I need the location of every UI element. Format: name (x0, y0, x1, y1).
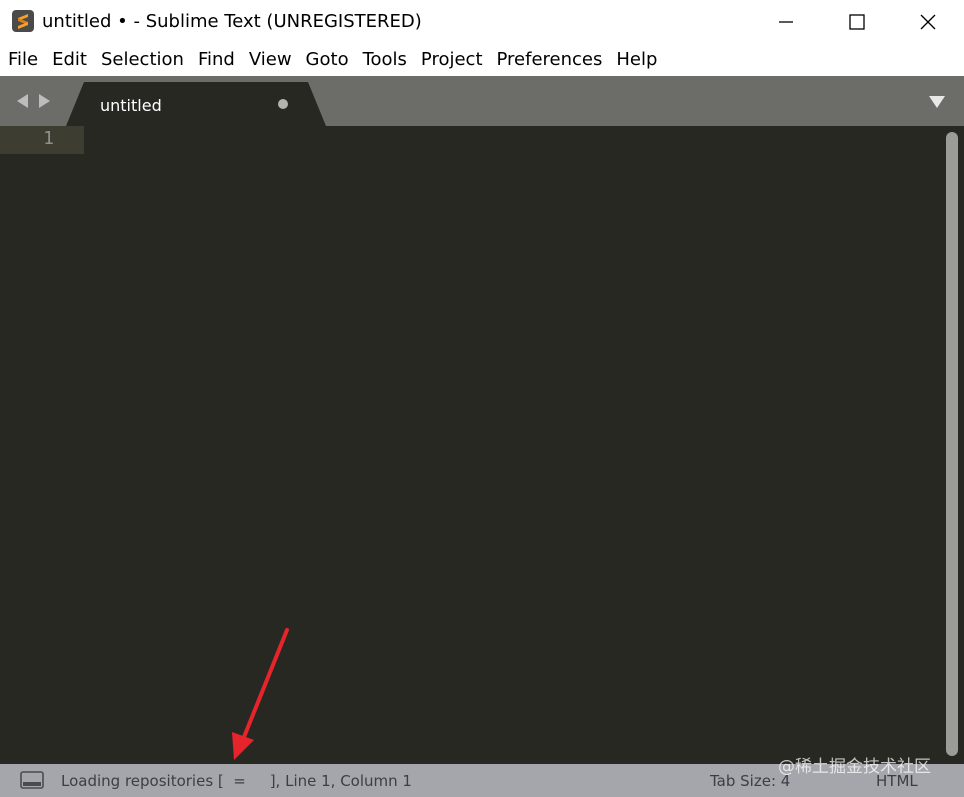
tab-nav-arrows[interactable] (14, 90, 54, 112)
sublime-window: untitled • - Sublime Text (UNREGISTERED)… (0, 0, 964, 797)
menu-goto[interactable]: Goto (306, 45, 349, 75)
arrow-right-icon[interactable] (39, 94, 50, 108)
line-number: 1 (43, 128, 54, 149)
close-button[interactable] (894, 0, 964, 44)
panel-toggle-icon[interactable] (20, 771, 44, 789)
syntax-indicator[interactable]: HTML (876, 772, 918, 790)
menu-preferences[interactable]: Preferences (497, 45, 603, 75)
sublime-text-logo-icon (12, 10, 34, 32)
menu-project[interactable]: Project (421, 45, 483, 75)
title-bar[interactable]: untitled • - Sublime Text (UNREGISTERED) (0, 0, 964, 44)
triangle-down-icon (929, 96, 945, 108)
tab-dropdown-button[interactable] (928, 94, 946, 108)
menu-tools[interactable]: Tools (363, 45, 407, 75)
window-title: untitled • - Sublime Text (UNREGISTERED) (42, 11, 422, 32)
red-annotation-arrow-icon (232, 628, 289, 760)
tab-bar: untitled (0, 76, 964, 126)
status-bar: Loading repositories [ = ], Line 1, Colu… (0, 764, 964, 797)
maximize-button[interactable] (822, 0, 892, 44)
tab-size-indicator[interactable]: Tab Size: 4 (710, 772, 790, 790)
menu-help[interactable]: Help (616, 45, 657, 75)
menu-view[interactable]: View (249, 45, 292, 75)
maximize-icon (849, 14, 865, 30)
vertical-scrollbar[interactable] (942, 126, 964, 764)
menu-bar: File Edit Selection Find View Goto Tools… (0, 44, 964, 76)
arrow-left-icon[interactable] (17, 94, 28, 108)
status-message: Loading repositories [ = ], Line 1, Colu… (61, 772, 412, 790)
tab-label: untitled (100, 96, 162, 115)
menu-selection[interactable]: Selection (101, 45, 184, 75)
editor-area[interactable]: 1 (0, 126, 964, 764)
close-icon (920, 14, 936, 30)
menu-find[interactable]: Find (198, 45, 235, 75)
scrollbar-thumb[interactable] (946, 132, 958, 756)
tab-untitled[interactable]: untitled (66, 82, 326, 126)
minimize-icon (779, 21, 793, 23)
unsaved-dot-icon[interactable] (278, 99, 288, 109)
gutter-current-line: 1 (0, 126, 84, 154)
menu-edit[interactable]: Edit (52, 45, 87, 75)
menu-file[interactable]: File (8, 45, 38, 75)
minimize-button[interactable] (750, 0, 820, 44)
